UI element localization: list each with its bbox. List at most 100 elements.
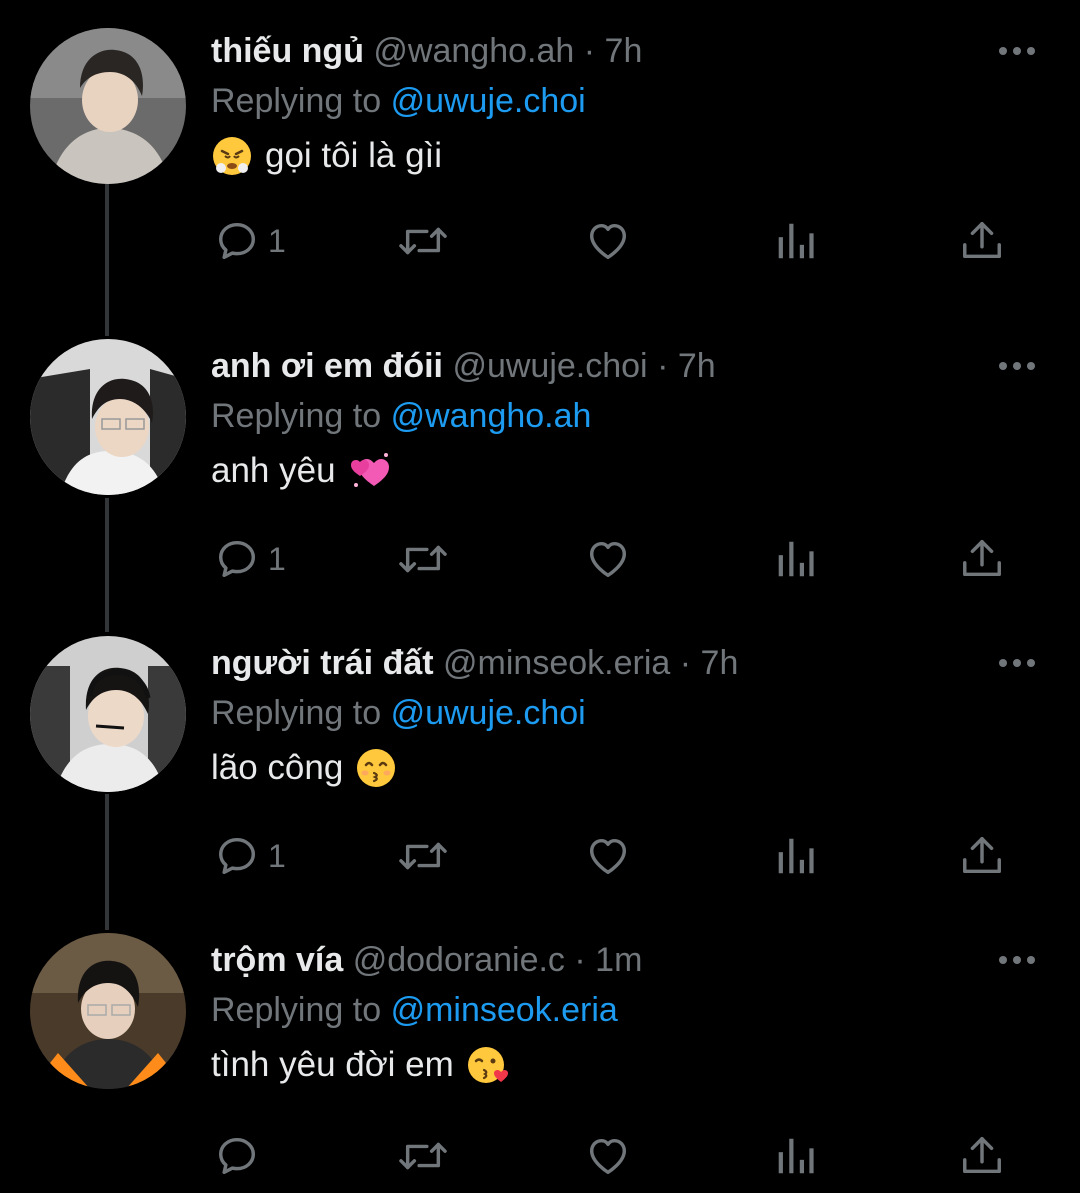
retweet-arrows-icon <box>399 842 447 870</box>
replying-to-label: Replying to <box>211 991 382 1029</box>
speech-bubble-icon <box>218 837 256 875</box>
avatar[interactable] <box>30 339 186 495</box>
timestamp[interactable]: 7h <box>701 644 739 682</box>
heart-icon <box>589 223 627 260</box>
separator-dot: · <box>657 347 669 385</box>
views-button[interactable] <box>774 1131 816 1181</box>
replying-to-handle-link[interactable]: @uwuje.choi <box>391 694 586 732</box>
display-name[interactable]: trộm vía <box>211 941 343 979</box>
face-with-steam-from-nose-emoji <box>211 135 253 177</box>
tweet-header: anh ơi em đóii @uwuje.choi · 7h <box>211 343 716 389</box>
tweet-header: trộm vía @dodoranie.c · 1m <box>211 937 642 983</box>
reply-button[interactable]: 1 <box>214 534 286 584</box>
share-button[interactable] <box>960 831 1004 881</box>
share-button[interactable] <box>960 534 1004 584</box>
reply-button[interactable]: 1 <box>214 831 286 881</box>
share-upload-icon <box>963 837 1001 874</box>
retweet-button[interactable] <box>397 831 449 881</box>
share-upload-icon <box>963 1137 1001 1174</box>
tweet-text: lão công <box>211 743 397 793</box>
more-options-button[interactable] <box>992 349 1042 383</box>
kissing-face-with-smiling-eyes-emoji <box>355 747 397 789</box>
tweet[interactable]: thiếu ngủ @wangho.ah · 7h Replying to @u… <box>0 28 1080 328</box>
separator-dot: · <box>574 941 586 979</box>
replying-to-line: Replying to @minseok.eria <box>211 987 618 1033</box>
views-button[interactable] <box>774 216 816 266</box>
heart-icon <box>589 1138 627 1175</box>
tweet-text-content: tình yêu đời em <box>211 1045 454 1084</box>
tweet[interactable]: trộm vía @dodoranie.c · 1m Replying to @… <box>0 933 1080 1193</box>
replying-to-label: Replying to <box>211 694 382 732</box>
replying-to-handle-link[interactable]: @minseok.eria <box>391 991 618 1029</box>
share-upload-icon <box>963 222 1001 259</box>
avatar[interactable] <box>30 636 186 792</box>
heart-icon <box>589 541 627 578</box>
revolving-hearts-emoji <box>348 450 390 492</box>
replying-to-label: Replying to <box>211 397 382 435</box>
reply-count: 1 <box>268 540 286 577</box>
speech-bubble-icon <box>218 540 256 578</box>
separator-dot: · <box>679 644 692 682</box>
tweet-text-content: gọi tôi là gìi <box>265 136 443 175</box>
tweet-text: gọi tôi là gìi <box>211 131 442 181</box>
more-options-button[interactable] <box>992 943 1042 977</box>
share-button[interactable] <box>960 216 1004 266</box>
tweet-actions: 1 <box>0 216 1080 266</box>
tweet-actions: 1 <box>0 534 1080 584</box>
share-button[interactable] <box>960 1131 1004 1181</box>
timestamp[interactable]: 1m <box>595 941 642 979</box>
more-options-button[interactable] <box>992 646 1042 680</box>
tweet-header: thiếu ngủ @wangho.ah · 7h <box>211 28 642 74</box>
tweet[interactable]: người trái đất @minseok.eria · 7h Replyi… <box>0 636 1080 940</box>
replying-to-line: Replying to @wangho.ah <box>211 393 591 439</box>
tweet-actions <box>0 1131 1080 1181</box>
bar-chart-icon <box>778 1138 814 1174</box>
retweet-button[interactable] <box>397 216 449 266</box>
display-name[interactable]: thiếu ngủ <box>211 32 364 70</box>
avatar[interactable] <box>30 933 186 1089</box>
ellipsis-icon <box>999 362 1035 370</box>
replying-to-handle-link[interactable]: @uwuje.choi <box>391 82 586 120</box>
reply-button[interactable]: 1 <box>214 216 286 266</box>
user-handle[interactable]: @dodoranie.c <box>353 941 565 979</box>
retweet-arrows-icon <box>399 1142 447 1170</box>
views-button[interactable] <box>774 534 816 584</box>
tweet-text-content: anh yêu <box>211 451 336 490</box>
replying-to-line: Replying to @uwuje.choi <box>211 690 586 736</box>
speech-bubble-icon <box>218 222 256 260</box>
replying-to-line: Replying to @uwuje.choi <box>211 78 586 124</box>
heart-icon <box>589 838 627 875</box>
bar-chart-icon <box>778 223 814 259</box>
views-button[interactable] <box>774 831 816 881</box>
reply-count: 1 <box>268 222 286 259</box>
user-handle[interactable]: @wangho.ah <box>373 32 574 70</box>
avatar[interactable] <box>30 28 186 184</box>
tweet[interactable]: anh ơi em đóii @uwuje.choi · 7h Replying… <box>0 339 1080 643</box>
tweet-header: người trái đất @minseok.eria · 7h <box>211 640 738 686</box>
tweet-text: anh yêu <box>211 446 390 496</box>
speech-bubble-icon <box>218 1137 256 1175</box>
tweet-actions: 1 <box>0 831 1080 881</box>
display-name[interactable]: người trái đất <box>211 644 434 682</box>
reply-count: 1 <box>268 837 286 874</box>
like-button[interactable] <box>585 534 631 584</box>
timestamp[interactable]: 7h <box>678 347 716 385</box>
user-handle[interactable]: @uwuje.choi <box>452 347 647 385</box>
retweet-arrows-icon <box>399 227 447 255</box>
ellipsis-icon <box>999 659 1035 667</box>
share-upload-icon <box>963 540 1001 577</box>
ellipsis-icon <box>999 956 1035 964</box>
more-options-button[interactable] <box>992 34 1042 68</box>
retweet-button[interactable] <box>397 1131 449 1181</box>
display-name[interactable]: anh ơi em đóii <box>211 347 443 385</box>
user-handle[interactable]: @minseok.eria <box>443 644 670 682</box>
like-button[interactable] <box>585 1131 631 1181</box>
bar-chart-icon <box>778 541 814 577</box>
bar-chart-icon <box>778 838 814 874</box>
like-button[interactable] <box>585 831 631 881</box>
reply-button[interactable] <box>214 1131 268 1181</box>
like-button[interactable] <box>585 216 631 266</box>
timestamp[interactable]: 7h <box>605 32 643 70</box>
replying-to-handle-link[interactable]: @wangho.ah <box>391 397 592 435</box>
retweet-button[interactable] <box>397 534 449 584</box>
